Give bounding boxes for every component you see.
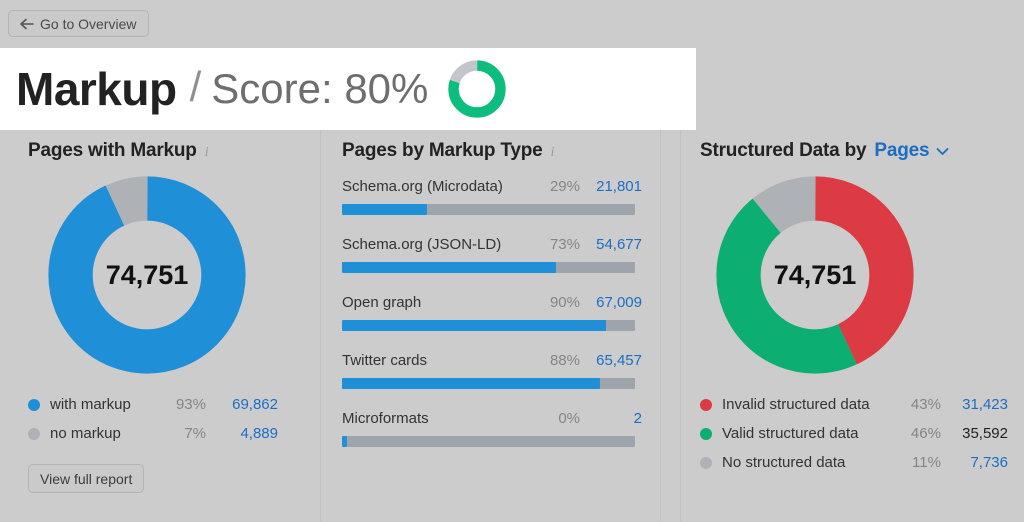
score-label: Score: 80% <box>211 65 429 112</box>
info-icon[interactable]: i <box>205 145 209 161</box>
bar-fill <box>342 436 347 447</box>
legend-value[interactable]: 4,889 <box>206 425 278 442</box>
markup-type-bar-list: Schema.org (Microdata) 29% 21,801 Schema… <box>342 178 642 447</box>
top-bar: Go to Overview <box>0 0 1024 48</box>
legend-label: no markup <box>50 425 121 442</box>
bar-value[interactable]: 54,677 <box>580 236 642 253</box>
go-to-overview-button[interactable]: Go to Overview <box>8 10 150 37</box>
bar-value[interactable]: 65,457 <box>580 352 642 369</box>
legend-value[interactable]: 7,736 <box>941 454 1008 471</box>
legend-color-dot <box>700 398 712 411</box>
bar-percent: 90% <box>549 294 580 311</box>
go-to-overview-label: Go to Overview <box>40 15 137 32</box>
panels-row: Pages with Markup i 74,751 with markup 9… <box>0 130 1024 522</box>
legend-percent: 93% <box>175 396 206 413</box>
legend-color-dot <box>700 456 712 469</box>
pages-with-markup-legend: with markup 93% 69,862 no markup 7% 4,88… <box>28 390 300 448</box>
bar-label: Open graph <box>342 294 422 311</box>
bar-percent: 73% <box>549 236 580 253</box>
bar-header: Twitter cards 88% 65,457 <box>342 352 642 369</box>
legend-color-dot <box>28 427 40 440</box>
bar-label: Schema.org (Microdata) <box>342 178 503 195</box>
panel-divider-2 <box>660 130 661 522</box>
arrow-left-icon <box>20 18 34 30</box>
legend-value: 35,592 <box>962 425 1008 442</box>
legend-percent: 43% <box>910 396 941 413</box>
bar-fill <box>342 378 600 389</box>
page-header: Markup / Score: 80% <box>0 48 696 130</box>
legend-item-no-structured-data[interactable]: No structured data 11% 7,736 <box>700 448 1008 477</box>
legend-label: No structured data <box>722 454 846 471</box>
bar-percent: 0% <box>558 410 580 427</box>
structured-data-panel: Structured Data by Pages 74,751 Invalid … <box>682 130 1024 522</box>
bar-label: Twitter cards <box>342 352 428 369</box>
bar-fill <box>342 262 556 273</box>
structured-data-dimension-dropdown[interactable]: Pages <box>874 140 929 162</box>
view-full-report-label: View full report <box>40 470 133 487</box>
bar-fill <box>342 204 427 215</box>
legend-item-valid-structured-data[interactable]: Valid structured data 46% 35,592 <box>700 419 1008 448</box>
legend-label: Valid structured data <box>722 425 859 442</box>
legend-color-dot <box>700 427 712 440</box>
bar-row-schema-microdata: Schema.org (Microdata) 29% 21,801 <box>342 178 642 215</box>
page-title: Markup <box>16 63 177 115</box>
pages-with-markup-donut: 74,751 <box>46 174 248 376</box>
legend-color-dot <box>28 398 40 411</box>
bar-header: Open graph 90% 67,009 <box>342 294 642 311</box>
bar-row-schema-jsonld: Schema.org (JSON-LD) 73% 54,677 <box>342 236 642 273</box>
panel-title-text: Pages with Markup <box>28 140 197 161</box>
panel-divider-3 <box>680 130 681 522</box>
panel-divider-1 <box>320 130 321 522</box>
bar-row-open-graph: Open graph 90% 67,009 <box>342 294 642 331</box>
pages-with-markup-title: Pages with Markup i <box>28 140 300 162</box>
bar-percent: 88% <box>549 352 580 369</box>
bar-header: Schema.org (JSON-LD) 73% 54,677 <box>342 236 642 253</box>
bar-track <box>342 320 635 331</box>
panel-title-text: Pages by Markup Type <box>342 140 543 161</box>
pages-by-markup-type-title: Pages by Markup Type i <box>342 140 642 162</box>
bar-track <box>342 262 635 273</box>
legend-value[interactable]: 31,423 <box>941 396 1008 413</box>
bar-label: Schema.org (JSON-LD) <box>342 236 502 253</box>
bar-row-twitter-cards: Twitter cards 88% 65,457 <box>342 352 642 389</box>
bar-value[interactable]: 2 <box>580 410 642 427</box>
legend-item-invalid-structured-data[interactable]: Invalid structured data 43% 31,423 <box>700 390 1008 419</box>
structured-data-donut: 74,751 <box>714 174 916 376</box>
bar-row-microformats: Microformats 0% 2 <box>342 410 642 447</box>
legend-value[interactable]: 69,862 <box>206 396 278 413</box>
legend-label: Invalid structured data <box>722 396 870 413</box>
bar-track <box>342 436 635 447</box>
legend-percent: 7% <box>184 425 206 442</box>
bar-fill <box>342 320 606 331</box>
legend-percent: 46% <box>910 425 941 442</box>
score-donut-chart <box>446 58 508 120</box>
legend-percent: 11% <box>912 454 941 471</box>
bar-track <box>342 204 635 215</box>
legend-label: with markup <box>50 396 131 413</box>
legend-item-no-markup[interactable]: no markup 7% 4,889 <box>28 419 300 448</box>
bar-label: Microformats <box>342 410 429 427</box>
bar-percent: 29% <box>549 178 580 195</box>
title-separator: / <box>189 63 202 110</box>
pages-by-markup-type-panel: Pages by Markup Type i Schema.org (Micro… <box>322 130 658 522</box>
bar-header: Schema.org (Microdata) 29% 21,801 <box>342 178 642 195</box>
info-icon[interactable]: i <box>551 145 555 161</box>
pages-with-markup-panel: Pages with Markup i 74,751 with markup 9… <box>0 130 320 522</box>
chevron-down-icon[interactable] <box>936 147 949 156</box>
structured-data-legend: Invalid structured data 43% 31,423 Valid… <box>700 390 1008 477</box>
structured-data-title: Structured Data by Pages <box>700 140 1008 162</box>
bar-value[interactable]: 67,009 <box>580 294 642 311</box>
bar-track <box>342 378 635 389</box>
bar-value[interactable]: 21,801 <box>580 178 642 195</box>
view-full-report-button[interactable]: View full report <box>28 464 145 493</box>
legend-item-with-markup[interactable]: with markup 93% 69,862 <box>28 390 300 419</box>
bar-header: Microformats 0% 2 <box>342 410 642 427</box>
panel-title-text: Structured Data by <box>700 140 867 161</box>
